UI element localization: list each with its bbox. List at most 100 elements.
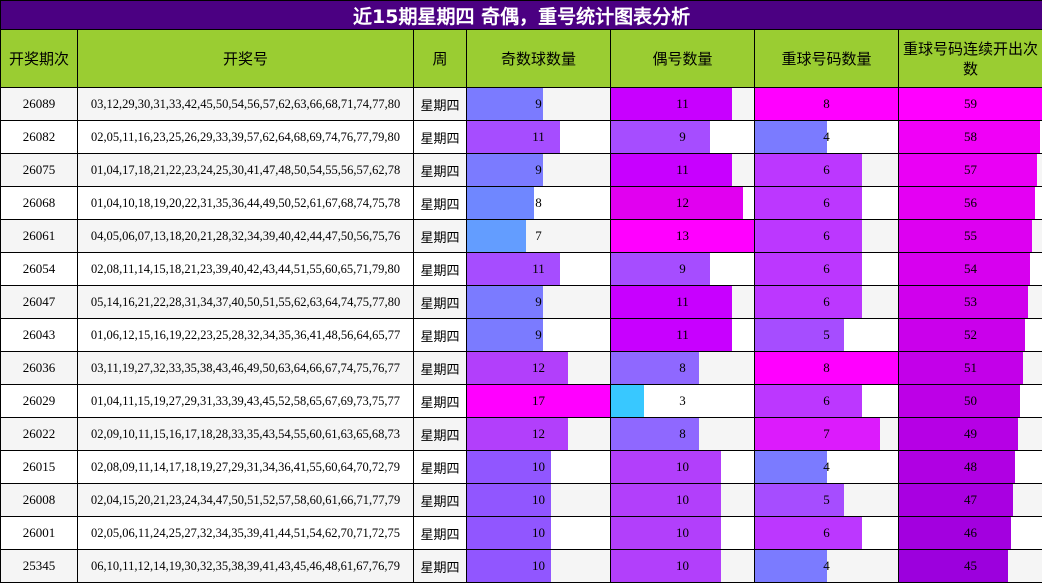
odd-count-value: 12 bbox=[532, 426, 545, 441]
odd-count-value: 11 bbox=[532, 129, 545, 144]
repeat-streak-cell: 53 bbox=[897, 285, 1042, 319]
even-count-cell: 9 bbox=[610, 120, 755, 154]
even-count-cell: 11 bbox=[610, 318, 755, 352]
even-count-value: 3 bbox=[679, 393, 686, 408]
repeat-streak-value: 59 bbox=[964, 96, 978, 111]
even-count-value: 8 bbox=[679, 426, 686, 441]
weekday-cell: 星期四 bbox=[413, 186, 467, 220]
repeat-count-cell: 5 bbox=[754, 318, 899, 352]
draw-numbers-cell: 03,11,19,27,32,33,35,38,43,46,49,50,63,6… bbox=[77, 351, 414, 385]
repeat-count-value: 6 bbox=[823, 195, 830, 210]
repeat-count-bar bbox=[755, 187, 863, 219]
odd-count-value: 10 bbox=[532, 492, 545, 507]
repeat-streak-cell: 58 bbox=[897, 120, 1042, 154]
weekday-cell: 星期四 bbox=[413, 384, 467, 418]
repeat-streak-value: 56 bbox=[964, 195, 978, 210]
even-count-value: 10 bbox=[676, 459, 689, 474]
repeat-streak-value: 48 bbox=[964, 459, 978, 474]
even-count-cell: 9 bbox=[610, 252, 755, 286]
weekday-cell: 星期四 bbox=[413, 549, 467, 583]
repeat-count-cell: 4 bbox=[754, 120, 899, 154]
even-count-bar bbox=[611, 154, 732, 186]
repeat-count-cell: 6 bbox=[754, 252, 899, 286]
repeat-streak-bar bbox=[899, 517, 1011, 549]
repeat-count-cell: 5 bbox=[754, 483, 899, 517]
period-cell: 26068 bbox=[0, 186, 78, 220]
even-count-cell: 8 bbox=[610, 417, 755, 451]
odd-count-cell: 11 bbox=[466, 120, 611, 154]
stats-table: 近15期星期四 奇偶，重号统计图表分析 开奖期次 开奖号 周 奇数球数量 偶号数… bbox=[0, 0, 1042, 583]
repeat-streak-cell: 45 bbox=[897, 549, 1042, 583]
repeat-streak-value: 51 bbox=[964, 360, 978, 375]
odd-count-value: 8 bbox=[535, 195, 542, 210]
header-period: 开奖期次 bbox=[0, 29, 78, 88]
table-row: 26001 02,05,06,11,24,25,27,32,34,35,39,41… bbox=[0, 516, 1042, 550]
even-count-bar bbox=[611, 451, 721, 483]
repeat-streak-cell: 52 bbox=[897, 318, 1042, 352]
even-count-value: 11 bbox=[676, 327, 689, 342]
repeat-count-cell: 6 bbox=[754, 153, 899, 187]
draw-numbers-cell: 02,05,11,16,23,25,26,29,33,39,57,62,64,6… bbox=[77, 120, 414, 154]
repeat-count-value: 6 bbox=[823, 261, 830, 276]
repeat-count-value: 6 bbox=[823, 393, 830, 408]
repeat-streak-cell: 54 bbox=[897, 252, 1042, 286]
odd-count-cell: 10 bbox=[466, 549, 611, 583]
odd-count-cell: 9 bbox=[466, 87, 611, 121]
even-count-bar bbox=[611, 550, 721, 582]
repeat-streak-cell: 49 bbox=[897, 417, 1042, 451]
repeat-count-bar bbox=[755, 550, 827, 582]
repeat-streak-cell: 48 bbox=[897, 450, 1042, 484]
odd-count-bar bbox=[467, 88, 543, 120]
page-title: 近15期星期四 奇偶，重号统计图表分析 bbox=[0, 0, 1042, 30]
period-cell: 26061 bbox=[0, 219, 78, 253]
repeat-streak-bar bbox=[899, 484, 1013, 516]
period-cell: 26054 bbox=[0, 252, 78, 286]
weekday-cell: 星期四 bbox=[413, 87, 467, 121]
odd-count-bar bbox=[467, 121, 560, 153]
repeat-count-bar bbox=[755, 286, 863, 318]
odd-count-value: 10 bbox=[532, 525, 545, 540]
repeat-count-bar bbox=[755, 319, 845, 351]
repeat-streak-value: 45 bbox=[964, 558, 978, 573]
draw-numbers-cell: 01,04,10,18,19,20,22,31,35,36,44,49,50,5… bbox=[77, 186, 414, 220]
odd-count-cell: 10 bbox=[466, 483, 611, 517]
even-count-bar bbox=[611, 517, 721, 549]
draw-numbers-cell: 01,04,11,15,19,27,29,31,33,39,43,45,52,5… bbox=[77, 384, 414, 418]
weekday-cell: 星期四 bbox=[413, 252, 467, 286]
repeat-count-value: 6 bbox=[823, 294, 830, 309]
header-even-count: 偶号数量 bbox=[610, 29, 755, 88]
repeat-count-value: 6 bbox=[823, 162, 830, 177]
odd-count-bar bbox=[467, 253, 560, 285]
even-count-bar bbox=[611, 253, 710, 285]
odd-count-cell: 7 bbox=[466, 219, 611, 253]
weekday-cell: 星期四 bbox=[413, 417, 467, 451]
odd-count-value: 17 bbox=[532, 393, 545, 408]
repeat-streak-bar bbox=[899, 550, 1009, 582]
even-count-cell: 8 bbox=[610, 351, 755, 385]
period-cell: 26022 bbox=[0, 417, 78, 451]
weekday-cell: 星期四 bbox=[413, 351, 467, 385]
repeat-count-bar bbox=[755, 154, 863, 186]
period-cell: 26015 bbox=[0, 450, 78, 484]
repeat-count-value: 4 bbox=[823, 558, 830, 573]
repeat-count-value: 4 bbox=[823, 129, 830, 144]
weekday-cell: 星期四 bbox=[413, 219, 467, 253]
even-count-value: 9 bbox=[679, 129, 686, 144]
draw-numbers-cell: 02,08,11,14,15,18,21,23,39,40,42,43,44,5… bbox=[77, 252, 414, 286]
weekday-cell: 星期四 bbox=[413, 285, 467, 319]
repeat-count-cell: 6 bbox=[754, 186, 899, 220]
odd-count-bar bbox=[467, 220, 526, 252]
even-count-bar bbox=[611, 121, 710, 153]
even-count-bar bbox=[611, 319, 732, 351]
period-cell: 26043 bbox=[0, 318, 78, 352]
repeat-streak-cell: 46 bbox=[897, 516, 1042, 550]
repeat-streak-value: 58 bbox=[964, 129, 978, 144]
repeat-streak-bar bbox=[899, 385, 1021, 417]
repeat-count-value: 5 bbox=[823, 327, 830, 342]
table-row: 26089 03,12,29,30,31,33,42,45,50,54,56,57… bbox=[0, 87, 1042, 121]
period-cell: 26008 bbox=[0, 483, 78, 517]
repeat-count-value: 6 bbox=[823, 228, 830, 243]
draw-numbers-cell: 01,06,12,15,16,19,22,23,25,28,32,34,35,3… bbox=[77, 318, 414, 352]
even-count-value: 10 bbox=[676, 492, 689, 507]
even-count-cell: 10 bbox=[610, 549, 755, 583]
